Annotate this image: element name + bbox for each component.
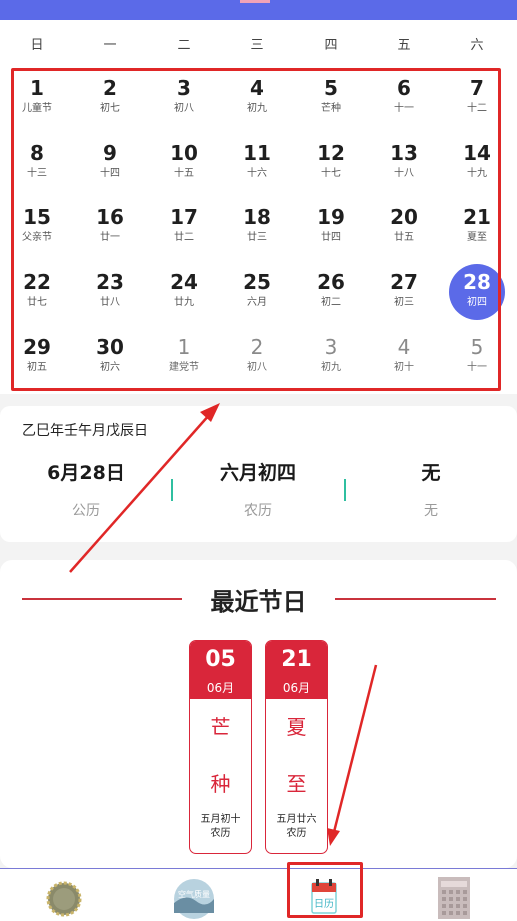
arrow-line-up [69, 413, 211, 573]
arrow-head-up [200, 403, 220, 422]
arrow-head-down [327, 828, 340, 846]
annotation-arrows [69, 403, 378, 846]
arrow-line-down [332, 664, 378, 833]
